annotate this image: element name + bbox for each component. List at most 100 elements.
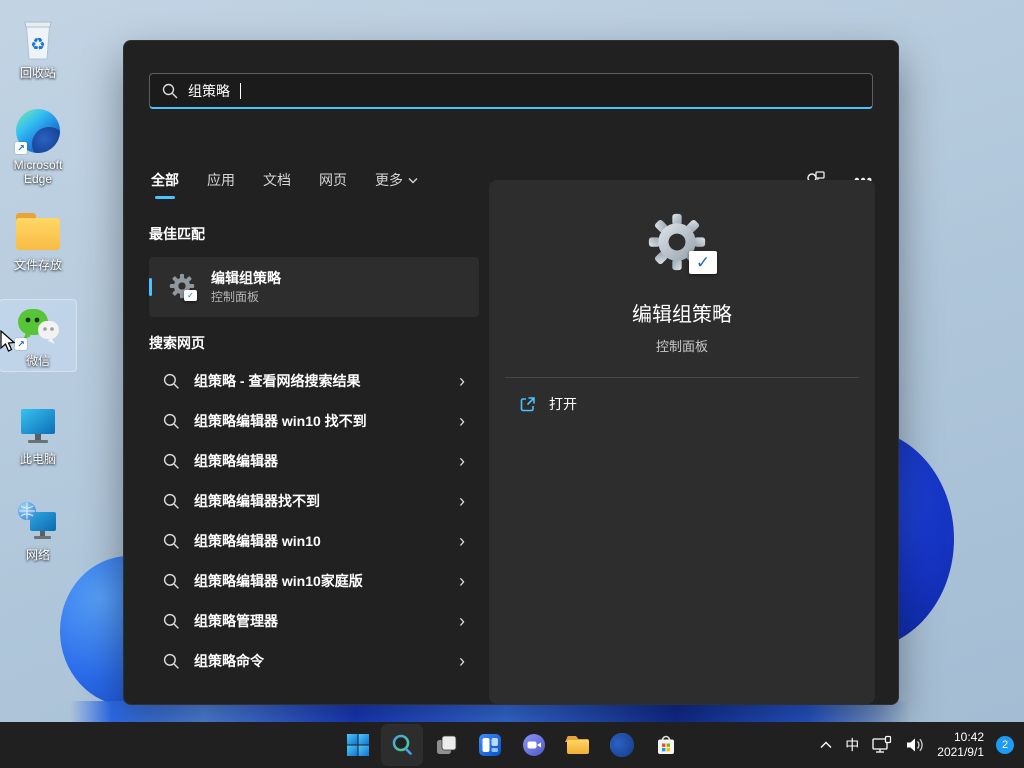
desktop-icon-label: Microsoft Edge [2,158,74,186]
desktop-icon-label: 文件存放 [14,258,62,272]
chevron-right-icon[interactable]: › [459,452,465,470]
network-tray-icon[interactable] [871,735,893,755]
this-pc-icon [14,401,62,449]
chevron-right-icon[interactable]: › [459,412,465,430]
selection-accent-bar [149,278,152,296]
edge-icon: ↗ [14,107,62,155]
web-search-header: 搜索网页 [149,333,479,353]
search-flyout: 组策略 全部 应用 文档 网页 更多 ••• [123,40,899,705]
search-icon [163,413,180,430]
chevron-right-icon[interactable]: › [459,652,465,670]
desktop-icon-this-pc[interactable]: 此电脑 [0,398,76,469]
notification-badge[interactable]: 2 [996,736,1014,754]
search-icon [163,373,180,390]
store-icon [654,733,678,757]
chevron-down-icon [408,177,418,184]
taskbar-center-icons [338,722,686,768]
divider [505,377,859,378]
tray-time: 10:42 [937,730,984,745]
desktop-icon-edge[interactable]: ↗ Microsoft Edge [0,104,76,189]
detail-title: 编辑组策略 [632,298,732,327]
best-match-subtitle: 控制面板 [211,289,281,305]
chevron-right-icon[interactable]: › [459,532,465,550]
task-view-button[interactable] [426,725,466,765]
search-taskbar-icon [390,733,414,757]
tab-more[interactable]: 更多 [375,165,418,195]
web-search-result[interactable]: 组策略编辑器 win10 › [149,521,479,561]
web-search-results: 组策略 - 查看网络搜索结果 › 组策略编辑器 win10 找不到 › 组策略编… [149,361,479,681]
search-input[interactable]: 组策略 [149,73,873,109]
chevron-right-icon[interactable]: › [459,372,465,390]
web-search-result[interactable]: 组策略编辑器找不到 › [149,481,479,521]
check-badge-icon: ✓ [689,251,717,274]
web-search-result[interactable]: 组策略编辑器 win10 找不到 › [149,401,479,441]
best-match-result[interactable]: ✓ 编辑组策略 控制面板 [149,257,479,317]
search-icon [163,653,180,670]
store-button[interactable] [646,725,686,765]
search-icon [163,453,180,470]
web-search-result[interactable]: 组策略编辑器 win10家庭版 › [149,561,479,601]
desktop-icon-wechat[interactable]: ↗ 微信 [0,300,76,371]
search-icon [163,573,180,590]
web-search-result[interactable]: 组策略编辑器 › [149,441,479,481]
result-detail-panel: ✓ 编辑组策略 控制面板 打开 [489,180,875,704]
search-icon [162,83,178,99]
detail-subtitle: 控制面板 [656,336,708,355]
edge-icon [610,733,634,757]
file-explorer-icon [565,733,591,757]
volume-icon[interactable] [905,736,925,754]
desktop-icon-folder[interactable]: 文件存放 [0,204,76,275]
text-caret [240,83,241,99]
shortcut-arrow-icon: ↗ [15,142,27,154]
wechat-icon: ↗ [14,303,62,351]
search-icon [163,613,180,630]
chevron-right-icon[interactable]: › [459,492,465,510]
web-search-result[interactable]: 组策略管理器 › [149,601,479,641]
tray-date: 2021/9/1 [937,745,984,760]
gear-check-icon: ✓ [169,273,197,301]
ime-indicator[interactable]: 中 [845,735,859,755]
tab-documents[interactable]: 文档 [263,165,291,195]
desktop-icon-label: 网络 [26,548,50,562]
taskbar: 中 10:42 2021/9/1 2 [0,722,1024,768]
search-input-value: 组策略 [188,81,230,101]
start-button[interactable] [338,725,378,765]
folder-icon [14,207,62,255]
tab-web[interactable]: 网页 [319,165,347,195]
windows-start-icon [346,733,370,757]
network-icon [14,497,62,545]
tab-apps[interactable]: 应用 [207,165,235,195]
best-match-title: 编辑组策略 [211,269,281,287]
check-badge-icon: ✓ [184,290,197,301]
desktop-icon-label: 微信 [26,354,50,368]
taskbar-clock[interactable]: 10:42 2021/9/1 [937,730,984,760]
search-icon [163,533,180,550]
task-view-icon [434,733,458,757]
open-label: 打开 [549,394,577,414]
web-search-result[interactable]: 组策略 - 查看网络搜索结果 › [149,361,479,401]
widgets-icon [478,733,502,757]
desktop-icon-recycle-bin[interactable]: ♻ 回收站 [0,12,76,83]
tab-all[interactable]: 全部 [151,165,179,195]
recycle-symbol: ♻ [30,35,45,54]
chevron-right-icon[interactable]: › [459,572,465,590]
chevron-right-icon[interactable]: › [459,612,465,630]
desktop-icon-label: 此电脑 [20,452,56,466]
recycle-bin-icon: ♻ [14,15,62,63]
chat-button[interactable] [514,725,554,765]
open-action[interactable]: 打开 [519,394,577,414]
web-search-result[interactable]: 组策略命令 › [149,641,479,681]
chat-icon [522,733,546,757]
shortcut-arrow-icon: ↗ [15,338,27,350]
best-match-header: 最佳匹配 [149,224,479,244]
gear-check-icon-large: ✓ [647,212,717,274]
chevron-up-icon[interactable] [819,740,833,750]
system-tray: 中 10:42 2021/9/1 2 [819,722,1014,768]
search-button[interactable] [382,725,422,765]
file-explorer-button[interactable] [558,725,598,765]
desktop-icon-network[interactable]: 网络 [0,494,76,565]
edge-button[interactable] [602,725,642,765]
widgets-button[interactable] [470,725,510,765]
open-external-icon [519,396,536,413]
desktop: ♻ 回收站 ↗ Microsoft Edge 文件存放 ↗ [0,0,1024,768]
